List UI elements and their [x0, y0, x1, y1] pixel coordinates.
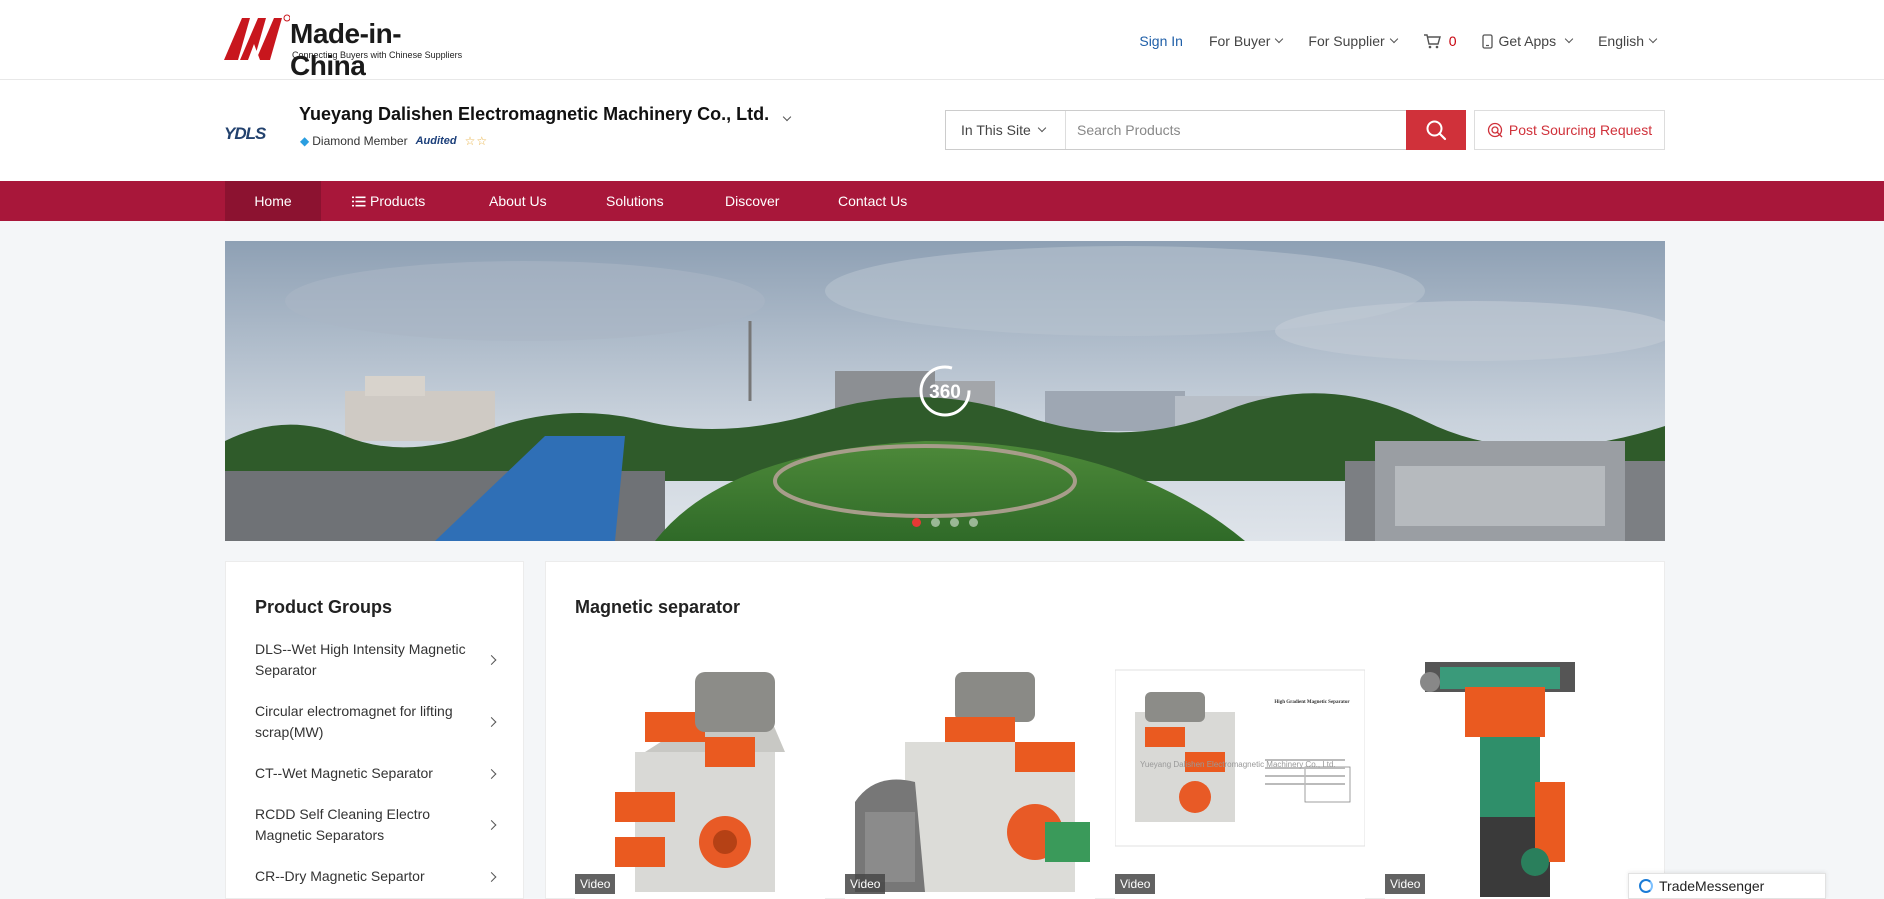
search-button[interactable] [1406, 110, 1466, 150]
star-rating: ☆☆ [464, 134, 489, 148]
main-nav: Home Products About Us Solutions Discove… [0, 181, 1884, 221]
product-group-label: CT--Wet Magnetic Separator [255, 765, 433, 781]
product-group-item[interactable]: CR--Dry Magnetic Separtor [255, 866, 497, 887]
section-title: Magnetic separator [575, 597, 741, 617]
language-label: English [1598, 33, 1644, 49]
banner-dots [225, 518, 1665, 527]
for-buyer-label: For Buyer [1208, 33, 1271, 49]
banner-dot[interactable] [931, 518, 940, 527]
top-nav: Sign In For Buyer For Supplier 0 Get App… [1113, 33, 1658, 49]
product-groups-panel: Product Groups DLS--Wet High Intensity M… [225, 561, 524, 899]
phone-icon [1482, 33, 1494, 49]
product-group-label: DLS--Wet High Intensity Magnetic Separat… [255, 641, 466, 678]
nav-contact[interactable]: Contact Us [838, 181, 907, 221]
company-header: YDLS Yueyang Dalishen Electromagnetic Ma… [0, 80, 1884, 181]
product-image [845, 642, 1095, 899]
video-badge: Video [575, 874, 616, 894]
chevron-right-icon [486, 717, 497, 727]
product-group-item[interactable]: CT--Wet Magnetic Separator [255, 763, 497, 784]
trade-messenger-button[interactable]: TradeMessenger [1628, 873, 1826, 899]
product-group-label: Circular electromagnet for lifting scrap… [255, 703, 453, 740]
product-card[interactable]: Video [575, 642, 825, 899]
product-card[interactable]: High Gradient Magnetic Separator Yueyang… [1115, 642, 1365, 899]
nav-discover[interactable]: Discover [725, 181, 779, 221]
sourcing-icon [1487, 122, 1503, 138]
banner-dot[interactable] [950, 518, 959, 527]
member-badges: ◆ Diamond Member Audited ☆☆ [300, 134, 488, 148]
chevron-right-icon [486, 871, 497, 882]
search-input[interactable] [1067, 111, 1407, 149]
diamond-icon: ◆ [300, 134, 310, 148]
search-box: In This Site [945, 110, 1466, 150]
chevron-right-icon [486, 768, 497, 779]
chevron-down-icon [1648, 34, 1658, 44]
product-card[interactable]: Video [1385, 642, 1635, 899]
chevron-down-icon [1275, 34, 1284, 44]
chevron-right-icon [486, 820, 497, 830]
nav-products[interactable]: Products [352, 181, 425, 221]
cart-link[interactable]: 0 [1423, 33, 1457, 49]
product-group-item[interactable]: DLS--Wet High Intensity Magnetic Separat… [255, 639, 497, 681]
trade-messenger-label: TradeMessenger [1659, 878, 1765, 894]
nav-products-label: Products [370, 193, 426, 209]
for-supplier-label: For Supplier [1308, 33, 1385, 49]
get-apps-menu[interactable]: Get Apps [1482, 33, 1574, 49]
search-scope-label: In This Site [961, 122, 1031, 138]
product-card[interactable]: Video [845, 642, 1095, 899]
cart-icon [1423, 34, 1441, 49]
nav-solutions[interactable]: Solutions [606, 181, 664, 221]
chevron-down-icon [1037, 123, 1047, 133]
sign-in-link[interactable]: Sign In [1139, 33, 1183, 49]
made-in-china-logo-icon [224, 14, 290, 60]
product-image [575, 642, 825, 899]
audited-badge[interactable]: Audited [416, 135, 457, 147]
banner-dot[interactable] [969, 518, 978, 527]
nav-about[interactable]: About Us [489, 181, 547, 221]
product-group-item[interactable]: RCDD Self Cleaning Electro Magnetic Sepa… [255, 804, 497, 846]
magnetic-separator-section: Magnetic separator Video Video High Grad… [545, 561, 1665, 899]
chevron-down-icon [1564, 34, 1574, 44]
messenger-icon [1639, 879, 1653, 893]
hero-banner[interactable]: 360 [225, 241, 1665, 541]
video-badge: Video [845, 874, 886, 894]
product-watermark: Yueyang Dalishen Electromagnetic Machine… [1140, 760, 1336, 769]
language-menu[interactable]: English [1598, 33, 1658, 49]
nav-home[interactable]: Home [225, 181, 321, 221]
company-name[interactable]: Yueyang Dalishen Electromagnetic Machine… [299, 104, 792, 125]
product-group-item[interactable]: Circular electromagnet for lifting scrap… [255, 701, 497, 743]
chevron-down-icon [782, 112, 792, 122]
product-image [1385, 642, 1635, 899]
for-buyer-menu[interactable]: For Buyer [1208, 33, 1284, 49]
cart-count: 0 [1448, 33, 1457, 49]
360-label: 360 [929, 382, 961, 403]
site-logo[interactable]: Made-in-China Connecting Buyers with Chi… [224, 12, 474, 81]
list-icon [352, 196, 366, 206]
chevron-down-icon [1389, 34, 1398, 44]
membership-label: Diamond Member [312, 134, 408, 148]
top-bar: Made-in-China Connecting Buyers with Chi… [0, 0, 1884, 81]
product-image [1115, 642, 1365, 899]
company-name-text: Yueyang Dalishen Electromagnetic Machine… [299, 104, 770, 124]
banner-dot[interactable] [912, 518, 921, 527]
product-group-label: CR--Dry Magnetic Separtor [255, 868, 425, 884]
360-view-icon[interactable]: 360 [917, 363, 973, 419]
video-badge: Video [1385, 874, 1426, 894]
logo-tagline: Connecting Buyers with Chinese Suppliers [292, 50, 463, 60]
post-sourcing-label: Post Sourcing Request [1508, 122, 1653, 138]
chevron-right-icon [486, 655, 497, 665]
company-logo[interactable]: YDLS [224, 124, 266, 144]
product-doc-title: High Gradient Magnetic Separator [1274, 700, 1350, 705]
post-sourcing-button[interactable]: Post Sourcing Request [1474, 110, 1665, 150]
search-scope-select[interactable]: In This Site [946, 111, 1066, 149]
search-icon [1426, 120, 1447, 141]
for-supplier-menu[interactable]: For Supplier [1308, 33, 1398, 49]
product-groups-title: Product Groups [255, 597, 393, 617]
product-group-label: RCDD Self Cleaning Electro Magnetic Sepa… [255, 806, 431, 843]
get-apps-label: Get Apps [1498, 33, 1557, 49]
video-badge: Video [1115, 874, 1156, 894]
